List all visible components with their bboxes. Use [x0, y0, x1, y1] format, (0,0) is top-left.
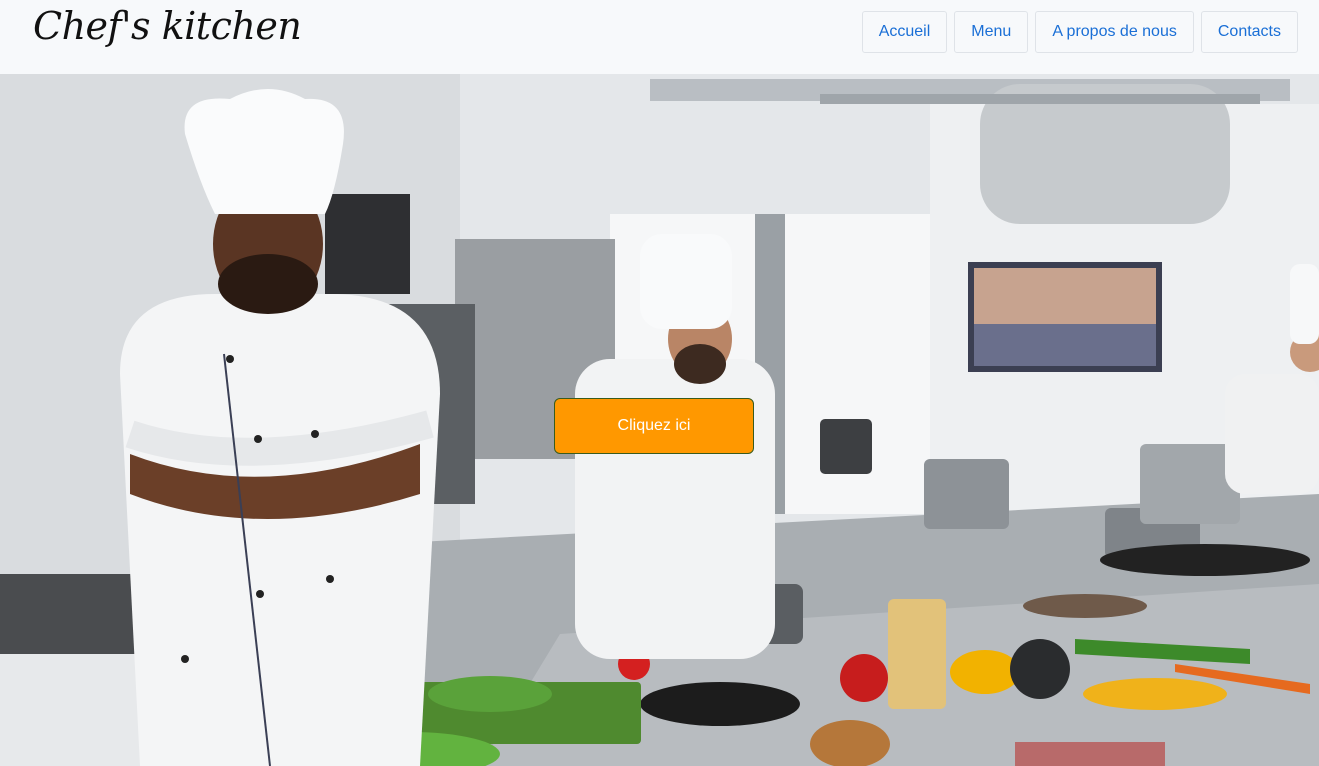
main-nav: Accueil Menu A propos de nous Contacts [861, 11, 1298, 53]
tv-screen-icon [968, 262, 1162, 372]
brand-logo[interactable]: Chef's kitchen [33, 4, 302, 48]
cta-button[interactable]: Cliquez ici [554, 398, 754, 454]
nav-link-menu[interactable]: Menu [954, 11, 1029, 53]
nav-link-accueil[interactable]: Accueil [861, 11, 948, 53]
nav-link-a-propos[interactable]: A propos de nous [1035, 11, 1194, 53]
nav-link-contacts[interactable]: Contacts [1200, 11, 1298, 53]
hero-section: Cliquez ici [0, 74, 1319, 766]
navbar: Chef's kitchen Accueil Menu A propos de … [0, 0, 1319, 74]
